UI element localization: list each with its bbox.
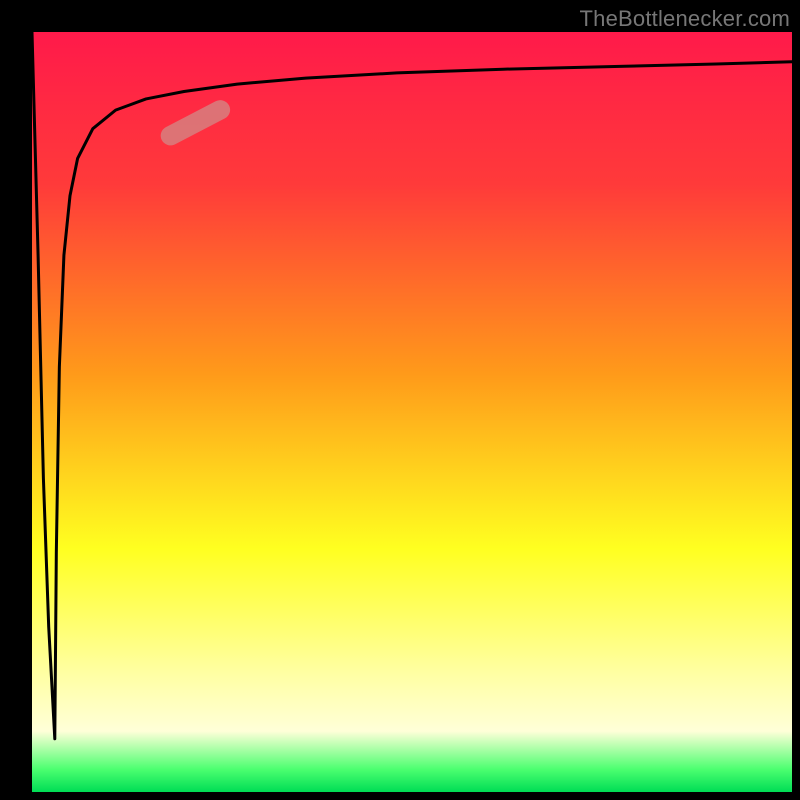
plot-area [32, 32, 792, 776]
marker-pill [157, 97, 233, 149]
curve-layer [32, 32, 792, 776]
bottleneck-curve [32, 32, 792, 739]
watermark-text: TheBottlenecker.com [580, 6, 790, 32]
chart-root: TheBottlenecker.com [0, 0, 800, 800]
